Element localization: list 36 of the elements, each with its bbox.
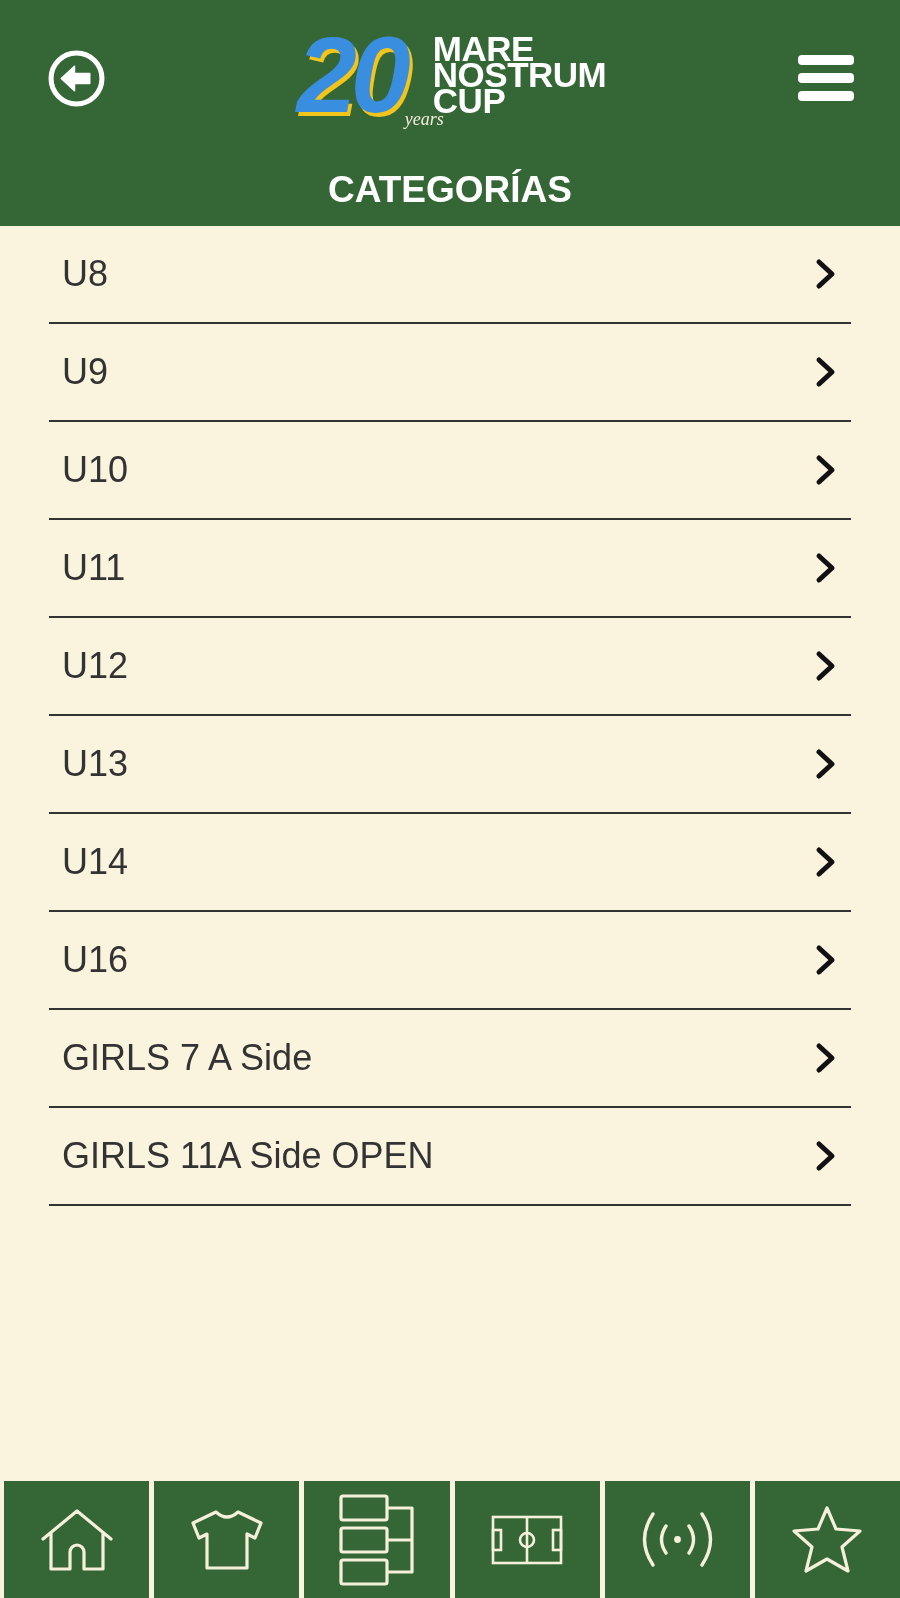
category-item[interactable]: GIRLS 11A Side OPEN xyxy=(49,1108,851,1206)
category-item[interactable]: U9 xyxy=(49,324,851,422)
category-item[interactable]: U14 xyxy=(49,814,851,912)
broadcast-button[interactable] xyxy=(604,1481,750,1598)
category-item[interactable]: U8 xyxy=(49,226,851,324)
t-shirt-icon xyxy=(190,1508,263,1571)
menu-icon xyxy=(798,55,854,101)
category-item[interactable]: U12 xyxy=(49,618,851,716)
shirt-button[interactable] xyxy=(154,1481,300,1598)
chevron-right-icon xyxy=(815,454,837,486)
category-item[interactable]: GIRLS 7 A Side xyxy=(49,1010,851,1108)
category-item[interactable]: U11 xyxy=(49,520,851,618)
back-icon xyxy=(48,49,105,107)
page-title: CATEGORÍAS xyxy=(328,168,572,212)
chevron-right-icon xyxy=(815,356,837,388)
chevron-right-icon xyxy=(815,1042,837,1074)
soccer-field-icon xyxy=(491,1514,564,1565)
star-button[interactable] xyxy=(754,1481,900,1598)
chevron-right-icon xyxy=(815,1140,837,1172)
chevron-right-icon xyxy=(815,944,837,976)
bracket-button[interactable] xyxy=(304,1481,450,1598)
home-button[interactable] xyxy=(4,1481,150,1598)
category-item[interactable]: U10 xyxy=(49,422,851,520)
chevron-right-icon xyxy=(815,846,837,878)
chevron-right-icon xyxy=(815,748,837,780)
category-item[interactable]: U16 xyxy=(49,912,851,1010)
category-item[interactable]: U13 xyxy=(49,716,851,814)
bracket-icon xyxy=(338,1493,415,1586)
chevron-right-icon xyxy=(815,552,837,584)
menu-button[interactable] xyxy=(798,55,854,101)
chevron-right-icon xyxy=(815,258,837,290)
pitch-button[interactable] xyxy=(454,1481,600,1598)
chevron-right-icon xyxy=(815,650,837,682)
home-icon xyxy=(39,1507,114,1572)
star-icon xyxy=(791,1504,864,1575)
back-button[interactable] xyxy=(48,49,105,107)
